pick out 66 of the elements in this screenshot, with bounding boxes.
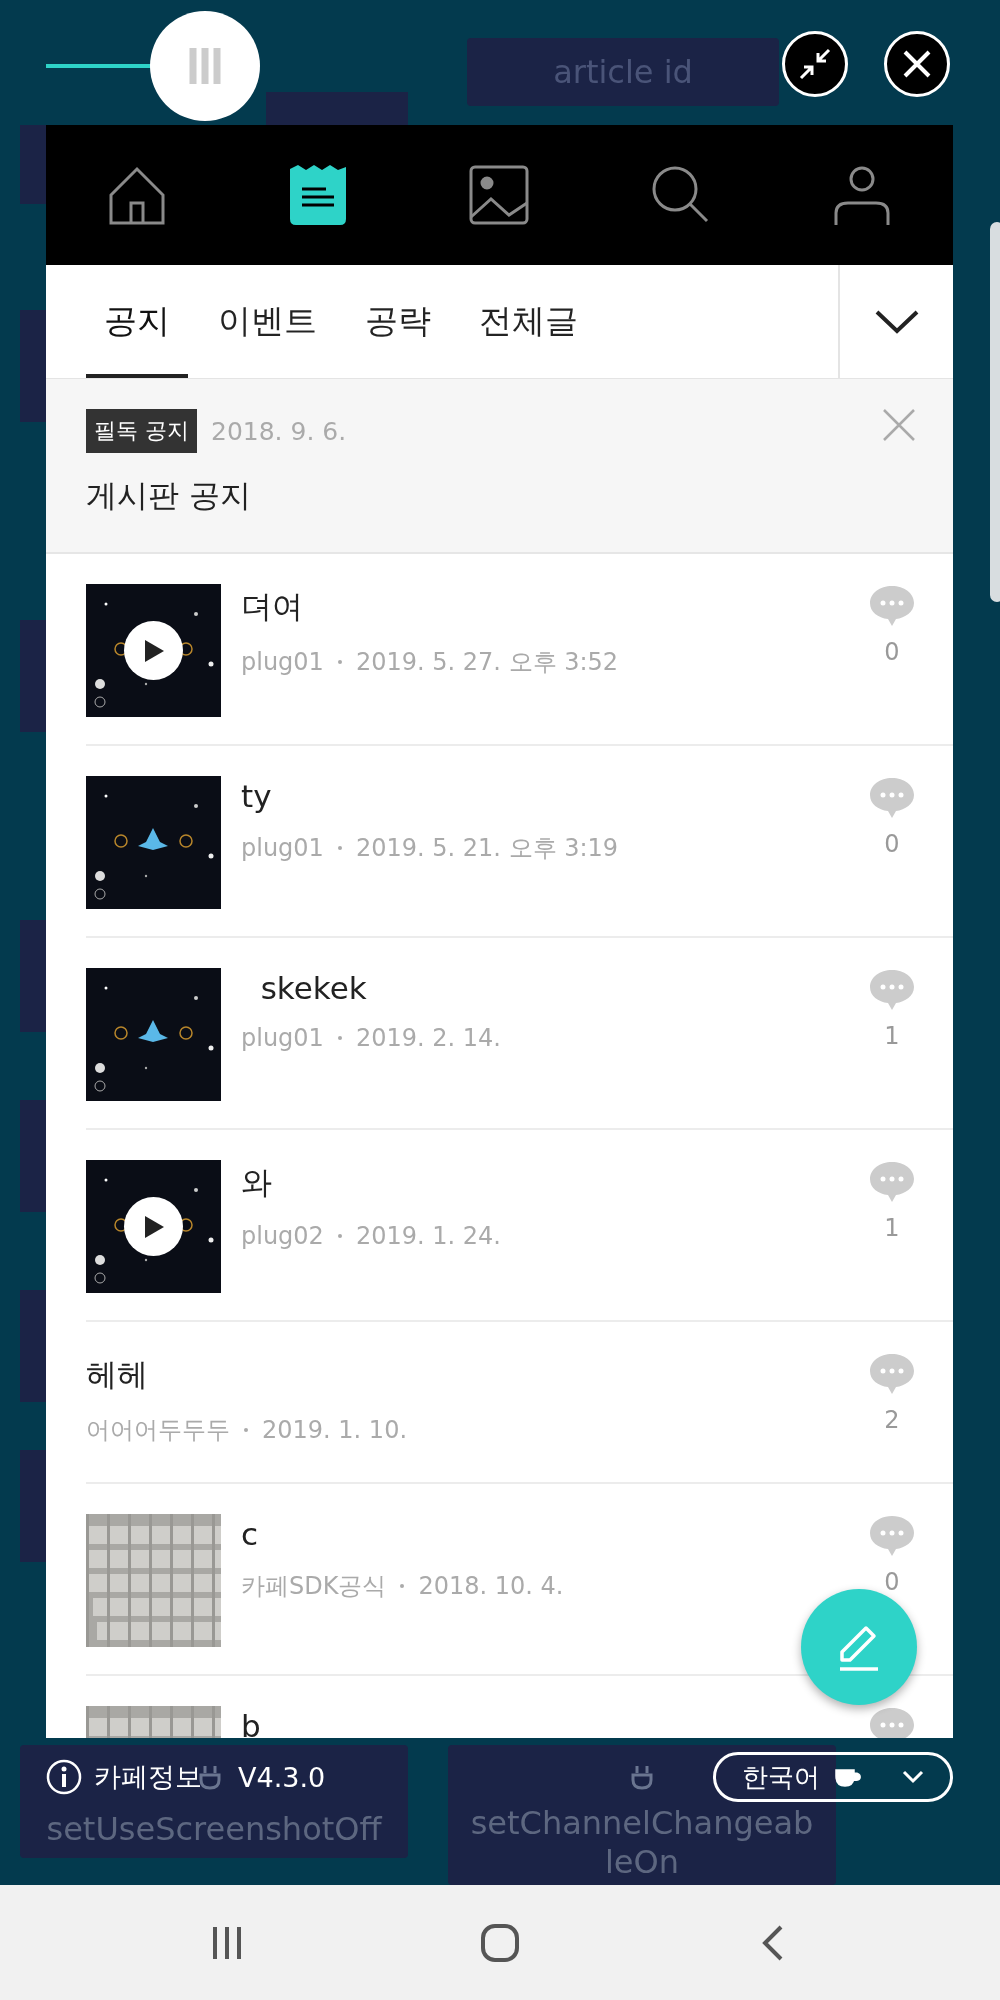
comment-icon <box>869 776 915 820</box>
post-date: 2019. 1. 10. <box>262 1416 408 1444</box>
post-date: 2019. 5. 27. 오후 3:52 <box>355 647 619 678</box>
info-icon <box>46 1759 82 1795</box>
comment-icon <box>869 1514 915 1558</box>
version-text: V4.3.0 <box>238 1761 326 1793</box>
post-row[interactable]: skekek plug01 2019. 2. 14. 1 <box>86 938 953 1130</box>
cup-icon <box>834 1766 862 1788</box>
comment-count: 1 <box>884 1022 900 1050</box>
home-icon <box>480 1922 520 1963</box>
post-date: 2019. 5. 21. 오후 3:19 <box>355 833 619 864</box>
comment-count: 0 <box>884 1568 900 1596</box>
separator-dot <box>337 1036 342 1040</box>
comment-icon <box>869 1352 915 1396</box>
post-row[interactable]: 헤헤 어어어두두두 2019. 1. 10. 2 <box>86 1322 953 1484</box>
post-author: 카페SDK공식 <box>241 1571 387 1602</box>
separator-dot <box>337 660 342 664</box>
separator-dot <box>337 846 342 850</box>
notice-badge: 필독 공지 <box>86 409 197 453</box>
post-date: 2019. 1. 24. <box>355 1222 501 1250</box>
comment-count: 0 <box>884 638 900 666</box>
socket-icon <box>198 1764 222 1790</box>
comment-icon <box>869 968 915 1012</box>
post-title: 헤헤 <box>86 1355 148 1394</box>
post-author: plug02 <box>241 1222 324 1250</box>
close-icon <box>902 49 932 79</box>
post-row[interactable]: ty plug01 2019. 5. 21. 오후 3:19 0 <box>86 746 953 938</box>
image-icon <box>467 163 532 227</box>
post-author: plug01 <box>241 1024 324 1052</box>
post-row[interactable]: 와 plug02 2019. 1. 24. 1 <box>86 1130 953 1322</box>
post-date: 2019. 2. 14. <box>355 1024 501 1052</box>
post-author: plug01 <box>241 834 324 862</box>
comment-icon <box>869 1160 915 1204</box>
post-title: c <box>241 1516 259 1552</box>
cafe-info-button[interactable]: 카페정보 <box>46 1759 202 1795</box>
post-row[interactable]: 뎌여 plug01 2019. 5. 27. 오후 3:52 0 <box>86 554 953 746</box>
post-date: 2018. 10. 4. <box>418 1572 564 1600</box>
notice-date: 2018. 9. 6. <box>211 416 347 446</box>
notice-banner[interactable]: 필독 공지 2018. 9. 6. 게시판 공지 <box>46 379 953 554</box>
post-title: skekek <box>259 970 367 1006</box>
comment-icon <box>869 584 915 628</box>
comment-count: 0 <box>884 830 900 858</box>
post-title: 와 <box>241 1163 272 1202</box>
separator-dot <box>244 1428 248 1432</box>
comment-count: 1 <box>884 1214 900 1242</box>
close-icon <box>881 407 917 443</box>
chevron-down-icon <box>902 1770 924 1784</box>
tab[interactable]: 전체글 <box>461 265 596 378</box>
notice-title: 게시판 공지 <box>86 476 251 515</box>
scrollbar[interactable] <box>990 222 1000 602</box>
tab[interactable]: 공략 <box>347 265 449 378</box>
post-title: 뎌여 <box>241 587 303 626</box>
post-title: ty <box>241 778 272 814</box>
post-title: b <box>241 1708 261 1738</box>
separator-dot <box>337 1234 342 1238</box>
chevron-down-icon <box>873 308 920 335</box>
post-author: 어어어두두두 <box>86 1415 230 1446</box>
post-author: plug01 <box>241 648 324 676</box>
play-icon <box>142 638 165 663</box>
play-icon <box>142 1214 165 1239</box>
tab[interactable]: 이벤트 <box>200 265 335 378</box>
comment-count: 2 <box>884 1406 900 1434</box>
separator-dot <box>400 1584 405 1588</box>
socket-icon <box>630 1764 654 1790</box>
collapse-arrows-icon <box>798 47 832 81</box>
language-selector[interactable]: 한국어 <box>713 1752 953 1802</box>
